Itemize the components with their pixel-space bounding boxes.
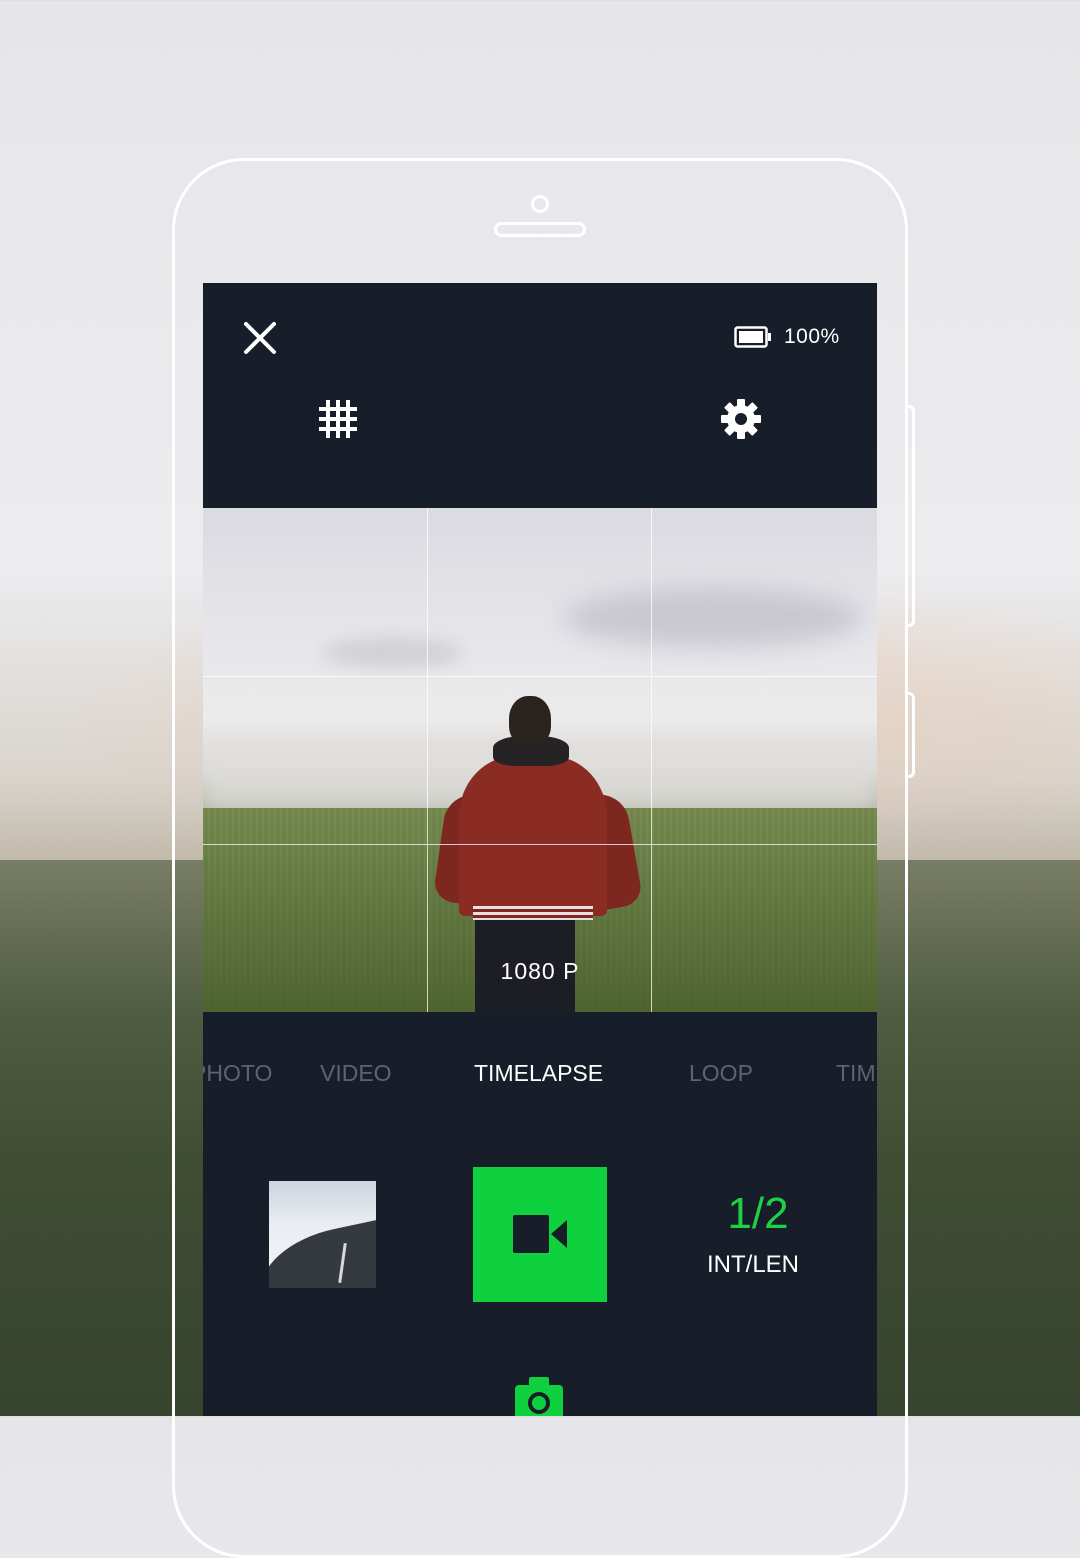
- thumbnail-road: [269, 1217, 376, 1288]
- top-toolbar: 100%: [203, 283, 877, 508]
- photo-capture-button[interactable]: [515, 1377, 563, 1416]
- video-camera-icon: [513, 1215, 567, 1253]
- sky-cloud: [563, 588, 863, 648]
- gallery-thumbnail[interactable]: [269, 1181, 376, 1288]
- mode-photo[interactable]: PHOTO: [203, 1060, 272, 1087]
- person-jacket: [459, 756, 607, 916]
- resolution-label: 1080 P: [500, 958, 580, 984]
- camera-app-screen: 100% 1080 P HOTO VIDEO TIMELAPSE LOOP TI…: [203, 283, 877, 1416]
- camera-viewfinder[interactable]: 1080 P: [203, 508, 877, 1012]
- grid-toggle-button[interactable]: [317, 398, 359, 440]
- battery-icon: [734, 326, 771, 348]
- close-icon: [244, 322, 276, 354]
- mode-video[interactable]: VIDEO: [320, 1060, 392, 1087]
- record-button[interactable]: [473, 1167, 607, 1302]
- grid-line: [203, 676, 877, 677]
- mode-timelapse[interactable]: TIMELAPSE: [474, 1060, 603, 1087]
- gear-icon: [721, 399, 761, 439]
- camera-icon: [515, 1377, 563, 1416]
- phone-front-camera: [531, 195, 549, 213]
- interval-value[interactable]: 1/2: [703, 1189, 813, 1239]
- grid-line: [427, 508, 428, 1012]
- sky-cloud: [323, 638, 463, 668]
- grid-icon: [319, 400, 357, 438]
- person-head: [509, 696, 551, 746]
- grid-line: [651, 508, 652, 1012]
- interval-label: INT/LEN: [706, 1251, 799, 1278]
- settings-button[interactable]: [720, 398, 762, 440]
- close-button[interactable]: [241, 319, 279, 357]
- mode-selector: PHOTO VIDEO TIMELAPSE LOOP TIME: [203, 1012, 877, 1112]
- mode-time[interactable]: TIME: [836, 1060, 877, 1087]
- battery-percentage: 100%: [784, 325, 840, 348]
- phone-side-button: [907, 692, 915, 778]
- grid-line: [203, 844, 877, 845]
- mode-loop[interactable]: LOOP: [689, 1060, 753, 1087]
- phone-side-button: [907, 405, 915, 627]
- person-jacket-band: [473, 906, 593, 920]
- phone-speaker: [494, 222, 586, 237]
